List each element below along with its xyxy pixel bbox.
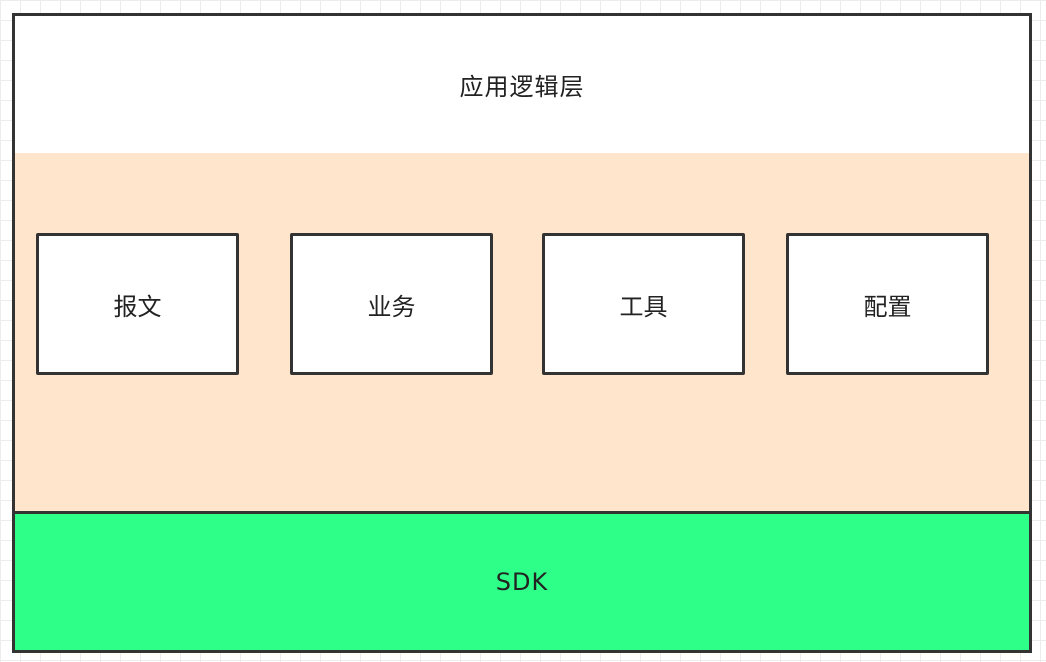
module-label-message: 报文: [113, 292, 162, 321]
module-box-config: 配置: [786, 233, 989, 375]
app-logic-layer: 应用逻辑层: [12, 13, 1032, 156]
app-logic-layer-label: 应用逻辑层: [459, 73, 585, 101]
module-box-message: 报文: [36, 233, 239, 375]
module-box-tools: 工具: [542, 233, 745, 375]
module-label-tools: 工具: [619, 292, 668, 321]
module-label-config: 配置: [863, 292, 912, 321]
module-box-business: 业务: [290, 233, 493, 375]
module-label-business: 业务: [367, 292, 416, 321]
sdk-layer: SDK: [12, 511, 1032, 653]
sdk-layer-label: SDK: [495, 568, 549, 596]
